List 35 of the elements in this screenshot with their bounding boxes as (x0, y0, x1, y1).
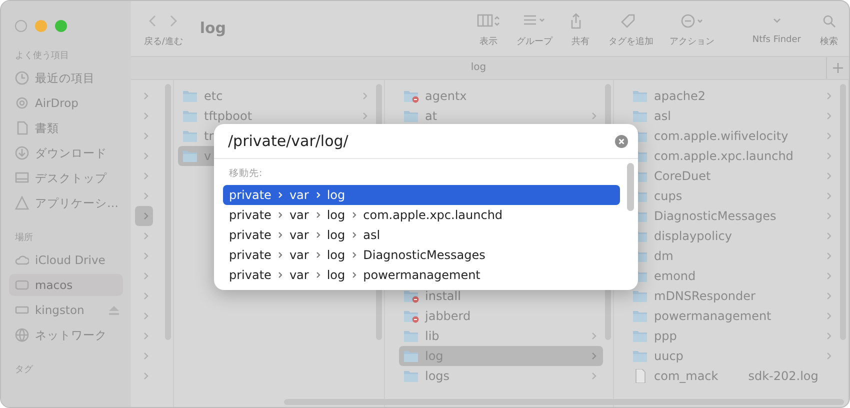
file-name: displaypolicy (654, 229, 732, 243)
toolbar-label: タグを追加 (608, 36, 654, 48)
file-name: apache2 (654, 89, 706, 103)
file-name: dm (654, 249, 674, 263)
toolbar-label: 戻る/進む (144, 36, 183, 48)
toolbar-label: 表示 (479, 36, 498, 48)
file-name: com.apple.wifivelocity (654, 129, 788, 143)
file-name: powermanagement (654, 309, 772, 323)
file-name: at (425, 109, 438, 123)
file-name: asl (654, 109, 671, 123)
toolbar-label: グループ (516, 35, 552, 48)
file-name: install (425, 289, 461, 303)
file-name: uucp (654, 349, 684, 363)
file-name: tr (204, 129, 214, 143)
toolbar-label: 検索 (820, 36, 838, 48)
toolbar-label: Ntfs Finder (752, 35, 801, 45)
file-name: agentx (425, 89, 467, 103)
file-name: com_mack (654, 369, 718, 383)
toolbar-label: アクション (669, 36, 714, 48)
file-name: etc (204, 89, 223, 103)
file-name: com.apple.xpc.launchd (654, 149, 794, 163)
file-name: lib (425, 329, 440, 343)
file-name: tftpboot (204, 109, 252, 123)
file-name: CoreDuet (654, 169, 711, 183)
file-name: DiagnosticMessages (654, 209, 776, 223)
file-name: cups (654, 189, 682, 203)
file-name: emond (654, 269, 696, 283)
window-title: log (200, 19, 228, 37)
file-name: logs (425, 369, 450, 383)
suggestions-header: 移動先: (228, 167, 264, 181)
file-name: jabberd (425, 309, 471, 323)
file-name: sdk-202.log (748, 369, 818, 383)
file-name: mDNSResponder (654, 289, 756, 303)
file-name: ppp (654, 329, 677, 343)
toolbar-label: 共有 (571, 36, 590, 48)
